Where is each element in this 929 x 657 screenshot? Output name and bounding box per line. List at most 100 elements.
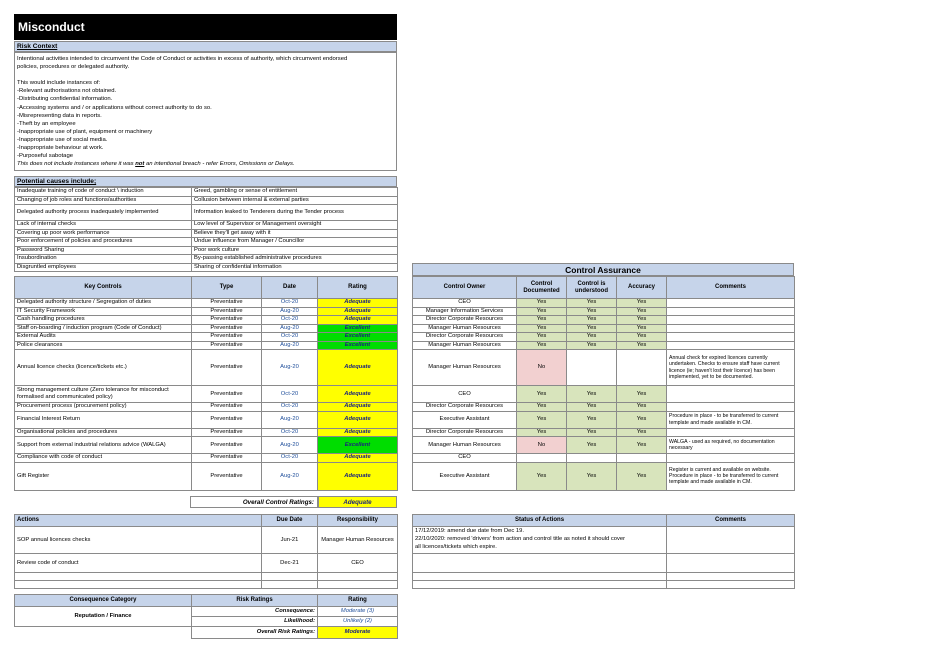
control-rating: Adequate [317, 461, 398, 491]
status-comment-cell [666, 526, 795, 554]
assurance-accuracy [616, 453, 667, 463]
assurance-comment: Procedure in place - to be transferred t… [666, 410, 795, 429]
control-name: Support from external industrial relatio… [14, 436, 192, 454]
consequence-category: Reputation / Finance [14, 606, 192, 627]
control-type: Preventative [191, 315, 262, 325]
cause-left: Changing of job roles and functions/auth… [14, 195, 192, 205]
status-empty [412, 553, 667, 573]
control-rating: Adequate [317, 427, 398, 437]
control-owner: CEO [412, 385, 517, 403]
controls-table: Key Controls Type Date Rating Delegated … [14, 276, 398, 491]
controls-header-rating: Rating [317, 276, 398, 299]
assurance-accuracy: Yes [616, 306, 667, 316]
assurance-understood: Yes [566, 323, 617, 333]
control-owner: Manager Human Resources [412, 349, 517, 386]
control-rating: Adequate [317, 315, 398, 325]
control-owner: Executive Assistant [412, 461, 517, 491]
control-rating: Adequate [317, 385, 398, 403]
risk-context-line: -Purposeful sabotage [17, 153, 73, 160]
assurance-comment: Annual check for expired licences curren… [666, 349, 795, 386]
cause-row: Inadequate training of code of conduct \… [14, 187, 398, 197]
controls-header-key: Key Controls [14, 276, 192, 299]
assurance-accuracy: Yes [616, 340, 667, 350]
actions-header-responsibility: Responsibility [317, 514, 398, 527]
assurance-documented: Yes [516, 427, 567, 437]
risk-context-body: Intentional activities intended to circu… [14, 52, 397, 171]
exclusion-not: not [135, 161, 145, 168]
control-name: Cash handling procedures [14, 315, 192, 325]
risk-context-line [17, 71, 394, 79]
assurance-understood: Yes [566, 298, 617, 308]
control-type: Preventative [191, 410, 262, 429]
risk-context-lines: Intentional activities intended to circu… [17, 55, 394, 160]
control-row: Police clearances Preventative Aug-20 Excel… [14, 340, 398, 350]
action-row-empty [14, 580, 398, 589]
assurance-comment [666, 453, 795, 463]
control-type: Preventative [191, 306, 262, 316]
risk-context-line: -Misrepresenting data in reports. [17, 112, 102, 119]
status-empty [412, 580, 667, 589]
assurance-understood: Yes [566, 461, 617, 491]
cause-right: Greed, gambling or sense of entitlement [191, 187, 398, 197]
risk-ratings-header: Risk Ratings [191, 594, 318, 607]
control-date: Oct-20 [261, 427, 318, 437]
assurance-comment: WALGA - used as required, no documentati… [666, 436, 795, 454]
assurance-understood: Yes [566, 306, 617, 316]
assurance-table: Control Owner Control Documented Control… [412, 276, 795, 491]
controls-header-date: Date [261, 276, 318, 299]
control-type: Preventative [191, 340, 262, 350]
assurance-row: CEO Yes Yes Yes [412, 385, 795, 403]
control-date: Aug-20 [261, 306, 318, 316]
empty-cell [317, 572, 398, 581]
action-due: Dec-21 [261, 553, 318, 573]
control-name: Financial Interest Return [14, 410, 192, 429]
control-rating: Excellent [317, 436, 398, 454]
assurance-accuracy: Yes [616, 323, 667, 333]
assurance-header-accuracy: Accuracy [616, 276, 667, 299]
control-date: Aug-20 [261, 349, 318, 386]
control-row: External Audits Preventative Oct-20 Excelle… [14, 332, 398, 342]
exclusion-text-b: an intentional breach - refer Errors, Om… [144, 161, 295, 168]
assurance-header-owner: Control Owner [412, 276, 517, 299]
assurance-accuracy: Yes [616, 410, 667, 429]
action-text: SOP annual licences checks [14, 526, 262, 554]
assurance-header-documented: Control Documented [516, 276, 567, 299]
assurance-documented: Yes [516, 402, 567, 412]
assurance-comment [666, 298, 795, 308]
cause-row: Delegated authority process inadequately… [14, 204, 398, 221]
assurance-accuracy: Yes [616, 385, 667, 403]
assurance-row: Manager Human Resources No Annual check fo… [412, 349, 795, 386]
status-line: 22/10/2020: removed 'drivers' from actio… [415, 536, 626, 542]
control-type: Preventative [191, 298, 262, 308]
page-title: Misconduct [14, 14, 397, 40]
control-rating: Excellent [317, 340, 398, 350]
assurance-row: Manager Information Services Yes Yes Yes [412, 306, 795, 316]
cause-left: Lack of internal checks [14, 220, 192, 230]
control-owner: Director Corporate Resources [412, 427, 517, 437]
blank-cell [15, 627, 192, 639]
control-type: Preventative [191, 323, 262, 333]
empty-cell [261, 580, 318, 589]
cause-left: Poor enforcement of policies and procedu… [14, 237, 192, 247]
overall-risk-label: Overall Risk Ratings: [191, 626, 318, 639]
status-line: 17/12/2019: amend due date from Dec 19. [415, 528, 524, 534]
assurance-comment [666, 340, 795, 350]
control-row: IT Security Framework Preventative Aug-20 A… [14, 306, 398, 316]
assurance-comment [666, 332, 795, 342]
assurance-row: Executive Assistant Yes Yes Yes Procedure in… [412, 410, 795, 429]
control-type: Preventative [191, 332, 262, 342]
cause-left: Covering up poor work performance [14, 228, 192, 238]
cause-right: Collusion between internal & external pa… [191, 195, 398, 205]
status-header: Status of Actions [412, 514, 667, 527]
assurance-accuracy: Yes [616, 427, 667, 437]
control-owner: Executive Assistant [412, 410, 517, 429]
assurance-comment [666, 402, 795, 412]
risk-context-line: -Inappropriate behaviour at work. [17, 145, 104, 152]
consequence-category-header: Consequence Category [14, 594, 192, 607]
overall-control-value: Adequate [318, 496, 397, 508]
likelihood-label: Likelihood: [191, 616, 318, 627]
causes-table: Inadequate training of code of conduct \… [14, 187, 398, 272]
control-row: Organisational policies and procedures Pr… [14, 427, 398, 437]
control-owner: Director Corporate Resources [412, 402, 517, 412]
assurance-documented [516, 453, 567, 463]
